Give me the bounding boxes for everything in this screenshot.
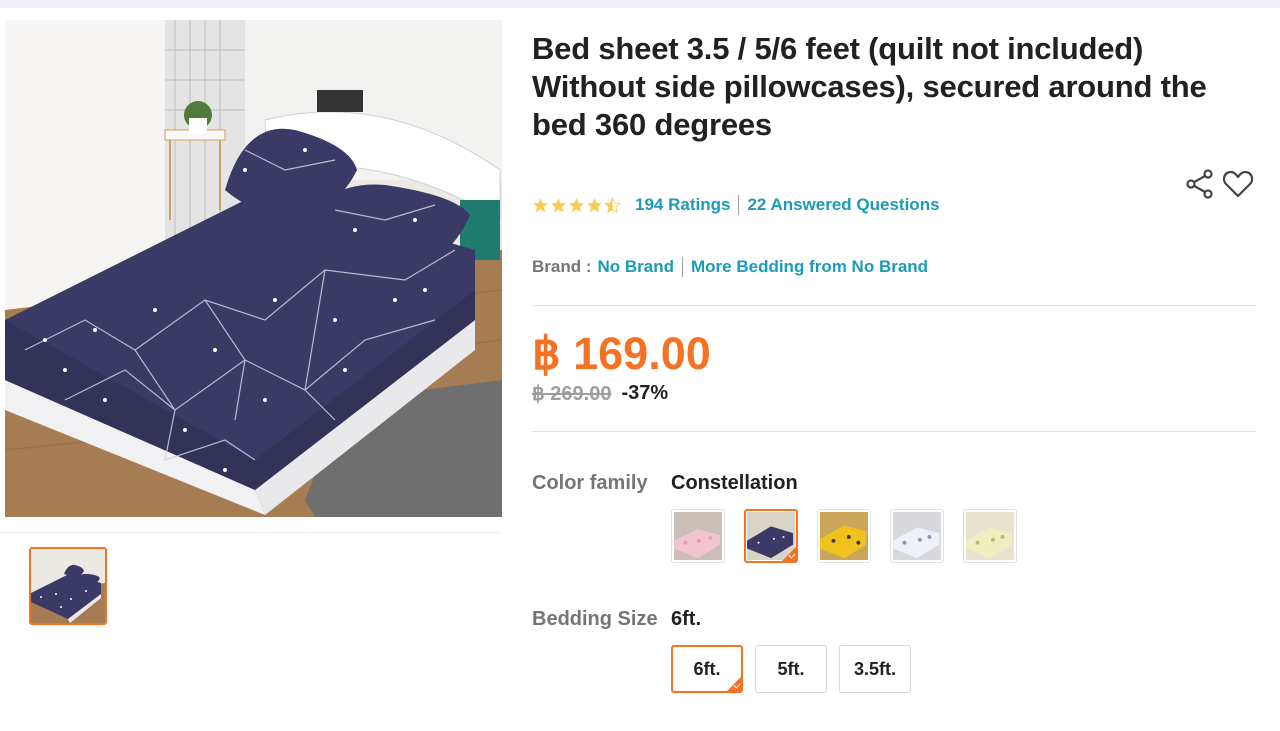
size-option-label: 5ft. xyxy=(777,658,805,679)
section-divider xyxy=(532,431,1256,432)
size-option-6ft[interactable]: 6ft. xyxy=(671,645,743,693)
size-option-3-5ft[interactable]: 3.5ft. xyxy=(839,645,911,693)
color-swatch[interactable] xyxy=(890,509,944,563)
product-title: Bed sheet 3.5 / 5/6 feet (quilt not incl… xyxy=(532,31,1207,142)
rating-row: 194 Ratings 22 Answered Questions xyxy=(532,193,940,217)
product-main-image[interactable] xyxy=(5,20,502,517)
bed-photo xyxy=(5,20,502,517)
gallery-divider xyxy=(0,532,502,533)
selected-check-icon xyxy=(727,677,741,691)
section-divider xyxy=(532,305,1256,306)
color-swatch[interactable] xyxy=(671,509,725,563)
product-thumbnail[interactable] xyxy=(29,547,107,625)
brand-row: Brand : No Brand More Bedding from No Br… xyxy=(532,255,928,279)
color-family-selected: Constellation xyxy=(671,472,798,494)
color-swatch[interactable] xyxy=(963,509,1017,563)
price-original-row: ฿ 269.00 -37% xyxy=(532,380,668,406)
bedding-size-selected: 6ft. xyxy=(671,608,701,630)
thumbnail-photo xyxy=(31,549,105,623)
star-icon xyxy=(569,197,584,212)
product-actions xyxy=(1184,168,1256,202)
size-option-label: 3.5ft. xyxy=(853,658,896,679)
selected-check-icon xyxy=(782,547,796,561)
star-icon xyxy=(587,197,602,212)
star-icon xyxy=(533,197,548,212)
ratings-link[interactable]: 194 Ratings xyxy=(635,195,730,215)
size-options: 6ft. 5ft. 3.5ft. xyxy=(671,645,911,693)
original-price: ฿ 269.00 xyxy=(532,382,612,405)
size-option-label: 6ft. xyxy=(693,658,721,679)
divider xyxy=(738,195,740,215)
questions-link[interactable]: 22 Answered Questions xyxy=(747,195,939,215)
discount-badge: -37% xyxy=(621,381,669,404)
heart-icon[interactable] xyxy=(1222,168,1254,200)
divider xyxy=(682,257,683,277)
brand-link[interactable]: No Brand xyxy=(598,257,675,277)
size-option-5ft[interactable]: 5ft. xyxy=(755,645,827,693)
brand-label: Brand : xyxy=(532,257,592,276)
current-price: ฿ 169.00 xyxy=(532,328,711,379)
more-from-brand-link[interactable]: More Bedding from No Brand xyxy=(691,257,928,277)
bedding-size-label: Bedding Size xyxy=(532,608,658,630)
top-bar xyxy=(0,0,1280,8)
color-swatch[interactable] xyxy=(817,509,871,563)
share-icon[interactable] xyxy=(1184,168,1216,200)
color-family-label: Color family xyxy=(532,472,648,494)
star-icon xyxy=(551,197,566,212)
rating-stars xyxy=(532,196,621,214)
color-swatches xyxy=(671,509,1017,563)
color-swatch-selected[interactable] xyxy=(744,509,798,563)
half-star-icon xyxy=(604,196,621,213)
